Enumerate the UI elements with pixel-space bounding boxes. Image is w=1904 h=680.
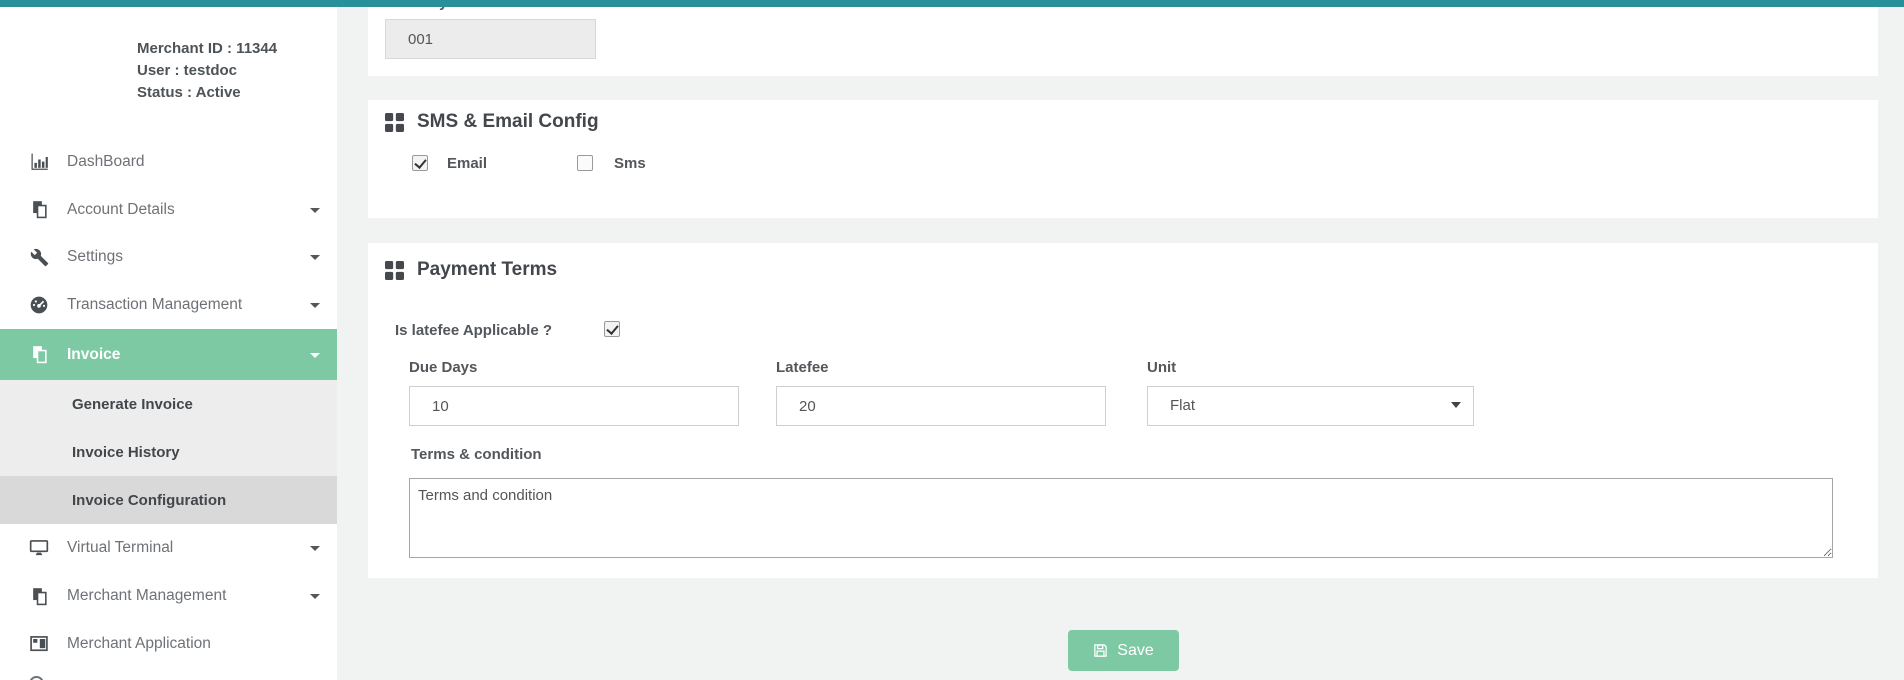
merchant-status-text: Status : Active bbox=[137, 82, 277, 104]
terms-condition-label: Terms & condition bbox=[411, 446, 542, 463]
sidebar-subitem-invoice-history[interactable]: Invoice History bbox=[0, 428, 337, 476]
sidebar-item-label: Virtual Terminal bbox=[67, 539, 173, 557]
sidebar-item-label: Invoice bbox=[67, 346, 120, 364]
chevron-down-icon bbox=[310, 255, 320, 260]
chevron-down-icon bbox=[310, 546, 320, 551]
country-code-input[interactable] bbox=[385, 19, 596, 59]
sidebar-item-virtual-terminal[interactable]: Virtual Terminal bbox=[0, 524, 337, 572]
merchant-info: Merchant ID : 11344 User : testdoc Statu… bbox=[137, 38, 277, 104]
wrench-icon bbox=[27, 248, 51, 267]
sidebar-item-merchant-application[interactable]: Merchant Application bbox=[0, 620, 337, 668]
sidebar-item-label: Merchant Application bbox=[67, 635, 211, 653]
sidebar-item-label: Account Details bbox=[67, 201, 175, 219]
sms-email-config-card: SMS & Email Config Email Sms bbox=[368, 100, 1878, 218]
sidebar-item-dashboard[interactable]: DashBoard bbox=[0, 138, 337, 186]
copy-files-icon bbox=[27, 587, 51, 606]
sidebar-subitem-label: Invoice History bbox=[72, 444, 180, 461]
grid-icon bbox=[385, 261, 404, 280]
bar-chart-icon bbox=[27, 152, 51, 172]
save-button[interactable]: Save bbox=[1068, 630, 1179, 671]
section-title: Payment Terms bbox=[417, 259, 557, 281]
chevron-down-icon bbox=[310, 208, 320, 213]
email-checkbox-label: Email bbox=[447, 155, 487, 172]
unit-select[interactable]: Flat bbox=[1147, 386, 1474, 426]
due-days-input[interactable] bbox=[409, 386, 739, 426]
sidebar-item-invoice[interactable]: Invoice bbox=[0, 329, 337, 380]
sidebar-item-settings[interactable]: Settings bbox=[0, 233, 337, 281]
latefee-applicable-label: Is latefee Applicable ? bbox=[395, 322, 552, 339]
sidebar-item-account-details[interactable]: Account Details bbox=[0, 186, 337, 233]
sidebar-item-label: Merchant Management bbox=[67, 587, 226, 605]
sidebar-item-transaction-management[interactable]: Transaction Management bbox=[0, 281, 337, 329]
grid-icon bbox=[385, 113, 404, 132]
sidebar-subitem-label: Generate Invoice bbox=[72, 396, 193, 413]
copy-files-icon bbox=[27, 200, 51, 219]
sidebar-subitem-invoice-configuration[interactable]: Invoice Configuration bbox=[0, 476, 337, 524]
chevron-down-icon bbox=[1451, 402, 1461, 408]
invoice-configuration-page: Merchant ID : 11344 User : testdoc Statu… bbox=[0, 0, 1904, 680]
sidebar-subitem-label: Invoice Configuration bbox=[72, 492, 226, 509]
invoice-submenu: Generate Invoice Invoice History Invoice… bbox=[0, 380, 337, 524]
latefee-input[interactable] bbox=[776, 386, 1106, 426]
merchant-user-text: User : testdoc bbox=[137, 60, 277, 82]
sms-checkbox-label: Sms bbox=[614, 155, 646, 172]
monitor-icon bbox=[27, 538, 51, 558]
unit-label: Unit bbox=[1147, 359, 1176, 376]
chevron-down-icon bbox=[310, 303, 320, 308]
copy-files-icon bbox=[27, 345, 51, 364]
circle-icon bbox=[29, 676, 44, 680]
sidebar-subitem-generate-invoice[interactable]: Generate Invoice bbox=[0, 380, 337, 428]
top-accent-bar bbox=[0, 0, 1904, 7]
sidebar: Merchant ID : 11344 User : testdoc Statu… bbox=[0, 7, 337, 680]
sidebar-item-merchant-management[interactable]: Merchant Management bbox=[0, 572, 337, 620]
section-title: SMS & Email Config bbox=[417, 111, 599, 133]
unit-select-value: Flat bbox=[1170, 397, 1195, 414]
latefee-label: Latefee bbox=[776, 359, 829, 376]
sms-checkbox[interactable] bbox=[577, 155, 593, 171]
chevron-down-icon bbox=[310, 353, 320, 358]
save-button-label: Save bbox=[1117, 642, 1153, 660]
floppy-disk-icon bbox=[1093, 643, 1108, 658]
merchant-id-text: Merchant ID : 11344 bbox=[137, 38, 277, 60]
gauge-icon bbox=[27, 295, 51, 315]
latefee-applicable-checkbox[interactable] bbox=[604, 321, 620, 337]
sidebar-item-label: Settings bbox=[67, 248, 123, 266]
sidebar-item-label: DashBoard bbox=[67, 153, 145, 171]
due-days-label: Due Days bbox=[409, 359, 477, 376]
terms-condition-textarea[interactable]: Terms and condition bbox=[409, 478, 1833, 558]
email-checkbox[interactable] bbox=[412, 155, 428, 171]
chevron-down-icon bbox=[310, 594, 320, 599]
sidebar-item-label: Transaction Management bbox=[67, 296, 242, 314]
columns-icon bbox=[27, 634, 51, 654]
